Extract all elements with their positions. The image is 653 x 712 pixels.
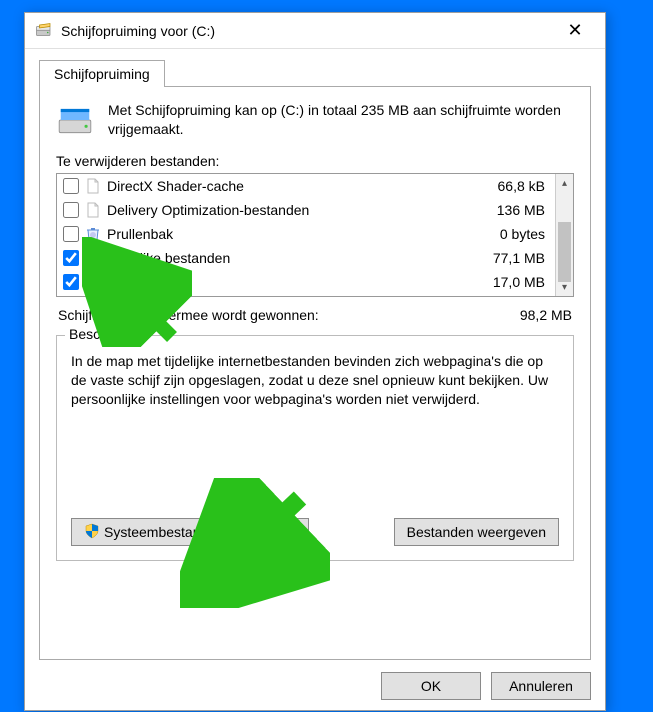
file-checkbox[interactable] bbox=[63, 202, 79, 218]
file-size: 136 MB bbox=[469, 202, 549, 218]
file-checkbox[interactable] bbox=[63, 274, 79, 290]
gain-label: Schijfruimte die hiermee wordt gewonnen: bbox=[58, 307, 319, 323]
file-list-row[interactable]: Miniaturen17,0 MB bbox=[57, 270, 555, 294]
file-list-row[interactable]: Delivery Optimization-bestanden136 MB bbox=[57, 198, 555, 222]
description-text: In de map met tijdelijke internetbestand… bbox=[71, 352, 559, 502]
file-list-row[interactable]: Tijdelijke bestanden77,1 MB bbox=[57, 246, 555, 270]
ok-button[interactable]: OK bbox=[381, 672, 481, 700]
file-size: 0 bytes bbox=[469, 226, 549, 242]
tab-body: Met Schijfopruiming kan op (C:) in totaa… bbox=[39, 86, 591, 660]
scroll-thumb[interactable] bbox=[558, 222, 571, 282]
file-size: 66,8 kB bbox=[469, 178, 549, 194]
document-icon bbox=[85, 250, 101, 266]
file-name: Prullenbak bbox=[107, 226, 469, 242]
disk-cleanup-app-icon bbox=[35, 22, 53, 40]
titlebar: Schijfopruiming voor (C:) ✕ bbox=[25, 13, 605, 49]
file-size: 77,1 MB bbox=[469, 250, 549, 266]
tab-disk-cleanup[interactable]: Schijfopruiming bbox=[39, 60, 165, 87]
file-list-row[interactable]: Prullenbak0 bytes bbox=[57, 222, 555, 246]
scroll-up-icon[interactable]: ▴ bbox=[556, 174, 573, 192]
summary-row: Met Schijfopruiming kan op (C:) in totaa… bbox=[56, 101, 574, 139]
file-checkbox[interactable] bbox=[63, 178, 79, 194]
clean-system-files-label: Systeembestanden opschonen bbox=[104, 524, 296, 540]
tab-label: Schijfopruiming bbox=[54, 66, 150, 82]
file-list-row[interactable]: DirectX Shader-cache66,8 kB bbox=[57, 174, 555, 198]
close-icon: ✕ bbox=[567, 20, 582, 41]
file-name: DirectX Shader-cache bbox=[107, 178, 469, 194]
clean-system-files-button[interactable]: Systeembestanden opschonen bbox=[71, 518, 309, 546]
disk-cleanup-dialog: Schijfopruiming voor (C:) ✕ Schijfopruim… bbox=[24, 12, 606, 711]
file-list: DirectX Shader-cache66,8 kBDelivery Opti… bbox=[56, 173, 574, 297]
file-checkbox[interactable] bbox=[63, 250, 79, 266]
gain-value: 98,2 MB bbox=[520, 307, 572, 323]
file-name: Tijdelijke bestanden bbox=[107, 250, 469, 266]
summary-text: Met Schijfopruiming kan op (C:) in totaa… bbox=[108, 101, 574, 139]
file-size: 17,0 MB bbox=[469, 274, 549, 290]
document-icon bbox=[85, 202, 101, 218]
view-files-button[interactable]: Bestanden weergeven bbox=[394, 518, 559, 546]
file-list-items: DirectX Shader-cache66,8 kBDelivery Opti… bbox=[57, 174, 555, 296]
gain-row: Schijfruimte die hiermee wordt gewonnen:… bbox=[58, 307, 572, 323]
view-files-label: Bestanden weergeven bbox=[407, 524, 546, 540]
cancel-label: Annuleren bbox=[509, 678, 573, 694]
description-legend: Beschrijving bbox=[65, 326, 148, 342]
document-icon bbox=[85, 178, 101, 194]
file-name: Miniaturen bbox=[107, 274, 469, 290]
scroll-track[interactable] bbox=[556, 192, 573, 278]
window-title: Schijfopruiming voor (C:) bbox=[61, 23, 553, 39]
files-heading: Te verwijderen bestanden: bbox=[56, 153, 574, 169]
ok-label: OK bbox=[421, 678, 441, 694]
close-button[interactable]: ✕ bbox=[553, 16, 597, 46]
shield-icon bbox=[84, 523, 100, 542]
dialog-buttons: OK Annuleren bbox=[25, 660, 605, 712]
scrollbar[interactable]: ▴ ▾ bbox=[555, 174, 573, 296]
group-buttons: Systeembestanden opschonen Bestanden wee… bbox=[71, 518, 559, 546]
description-group: Beschrijving In de map met tijdelijke in… bbox=[56, 335, 574, 561]
recycle-bin-icon bbox=[85, 226, 101, 242]
cancel-button[interactable]: Annuleren bbox=[491, 672, 591, 700]
document-icon bbox=[85, 274, 101, 290]
file-checkbox[interactable] bbox=[63, 226, 79, 242]
tab-area: Schijfopruiming Met Schijfopruiming kan … bbox=[25, 49, 605, 660]
file-name: Delivery Optimization-bestanden bbox=[107, 202, 469, 218]
hard-drive-icon bbox=[56, 101, 94, 139]
